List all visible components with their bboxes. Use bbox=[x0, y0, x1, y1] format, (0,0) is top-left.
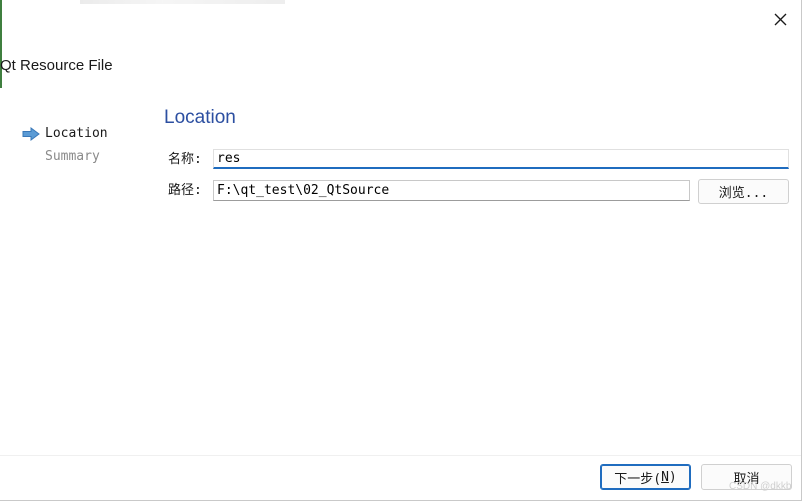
step-summary: Summary bbox=[22, 147, 152, 170]
arrow-right-icon bbox=[22, 127, 40, 141]
footer-separator bbox=[0, 455, 801, 456]
next-button[interactable]: 下一步(N) bbox=[600, 464, 691, 490]
close-icon bbox=[774, 13, 786, 25]
section-title: Location bbox=[164, 107, 236, 128]
close-button[interactable] bbox=[764, 4, 796, 34]
next-mnemonic: N bbox=[661, 469, 669, 485]
wizard-dialog: Qt Resource File Location Summary Locati… bbox=[0, 0, 802, 501]
step-location: Location bbox=[22, 124, 152, 147]
step-label: Location bbox=[45, 126, 108, 141]
next-label-prefix: 下一步( bbox=[614, 471, 662, 487]
page-header: Qt Resource File bbox=[0, 57, 113, 74]
name-label: 名称: bbox=[168, 152, 202, 167]
wizard-steps: Location Summary bbox=[22, 124, 152, 170]
browse-button[interactable]: 浏览... bbox=[698, 179, 789, 204]
path-input[interactable] bbox=[213, 180, 690, 201]
browse-button-label: 浏览... bbox=[718, 186, 769, 201]
path-label: 路径: bbox=[168, 183, 202, 198]
watermark: CSDN @dkkb bbox=[729, 481, 792, 492]
name-input[interactable] bbox=[213, 149, 789, 169]
window-edge-accent bbox=[0, 0, 2, 88]
step-label: Summary bbox=[45, 149, 100, 164]
titlebar-remnant bbox=[80, 0, 285, 4]
next-label-suffix: ) bbox=[668, 469, 677, 485]
